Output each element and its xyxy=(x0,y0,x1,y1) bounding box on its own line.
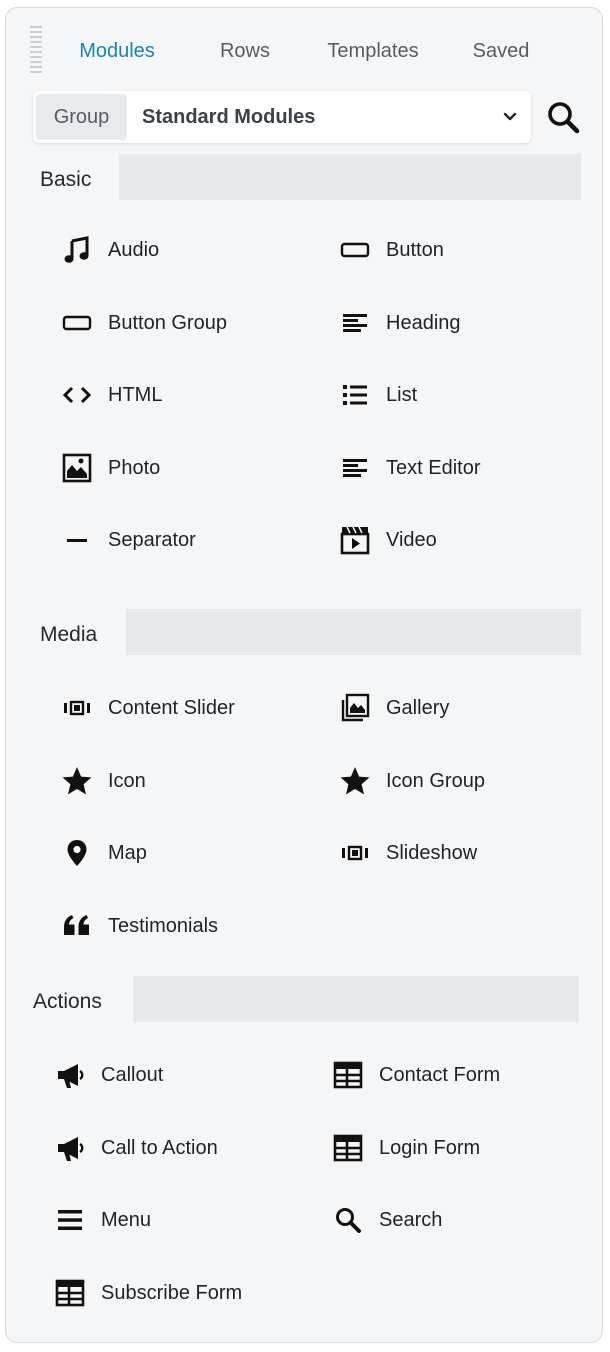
module-map[interactable]: Map xyxy=(61,829,311,877)
module-login-form[interactable]: Login Form xyxy=(332,1124,582,1172)
gallery-icon xyxy=(339,692,371,724)
section-title: Basic xyxy=(19,154,119,200)
button-outline-icon xyxy=(61,307,93,339)
module-gallery[interactable]: Gallery xyxy=(339,684,589,732)
module-video[interactable]: Video xyxy=(339,516,589,564)
module-separator[interactable]: Separator xyxy=(61,516,311,564)
hamburger-menu-icon xyxy=(54,1204,86,1236)
module-icon[interactable]: Icon xyxy=(61,757,311,805)
tab-saved[interactable]: Saved xyxy=(473,40,530,63)
tab-rows[interactable]: Rows xyxy=(220,40,270,63)
form-table-icon xyxy=(332,1132,364,1164)
module-label: Button Group xyxy=(108,311,227,334)
chevron-down-icon xyxy=(503,112,517,121)
list-icon xyxy=(339,379,371,411)
star-icon xyxy=(339,765,371,797)
text-lines-icon xyxy=(339,307,371,339)
form-table-icon xyxy=(332,1059,364,1091)
module-contact-form[interactable]: Contact Form xyxy=(332,1051,582,1099)
tab-modules[interactable]: Modules xyxy=(79,40,155,63)
module-label: Call to Action xyxy=(101,1136,218,1159)
megaphone-icon xyxy=(54,1059,86,1091)
module-search[interactable]: Search xyxy=(332,1196,582,1244)
module-label: Separator xyxy=(108,529,196,552)
module-content-slider[interactable]: Content Slider xyxy=(61,684,311,732)
module-menu[interactable]: Menu xyxy=(54,1196,304,1244)
module-callout[interactable]: Callout xyxy=(54,1051,304,1099)
button-outline-icon xyxy=(339,234,371,266)
tab-templates[interactable]: Templates xyxy=(327,40,418,63)
module-label: Callout xyxy=(101,1064,164,1086)
search-icon xyxy=(332,1204,364,1236)
megaphone-icon xyxy=(54,1132,86,1164)
module-button[interactable]: Button xyxy=(339,226,589,274)
group-value: Standard Modules xyxy=(142,106,316,128)
video-clapper-icon xyxy=(339,524,371,556)
module-list[interactable]: List xyxy=(339,371,589,419)
section-header-basic: Basic xyxy=(19,154,581,200)
module-label: Photo xyxy=(108,456,161,479)
module-label: Heading xyxy=(386,311,461,334)
module-button-group[interactable]: Button Group xyxy=(61,299,311,347)
module-slideshow[interactable]: Slideshow xyxy=(339,829,589,877)
photo-icon xyxy=(61,452,93,484)
module-call-to-action[interactable]: Call to Action xyxy=(54,1124,304,1172)
module-audio[interactable]: Audio xyxy=(61,226,311,274)
form-table-icon xyxy=(54,1277,86,1309)
map-pin-icon xyxy=(61,837,93,869)
module-label: Gallery xyxy=(386,697,450,719)
module-html[interactable]: HTML xyxy=(61,371,311,419)
module-label: Testimonials xyxy=(108,914,219,937)
module-label: Login Form xyxy=(379,1136,481,1159)
search-icon xyxy=(548,102,580,134)
module-label: Slideshow xyxy=(386,842,478,865)
slider-icon xyxy=(339,837,371,869)
text-lines-icon xyxy=(339,452,371,484)
group-label: Group xyxy=(36,94,127,140)
module-label: Search xyxy=(379,1209,443,1232)
module-panel: Modules Rows Templates Saved Group Stand… xyxy=(5,7,603,1343)
quote-icon xyxy=(61,910,93,942)
module-label: Icon xyxy=(108,769,146,792)
module-label: Map xyxy=(108,842,147,865)
module-text-editor[interactable]: Text Editor xyxy=(339,444,589,492)
module-label: Contact Form xyxy=(379,1064,501,1086)
group-select[interactable]: Group Standard Modules xyxy=(33,91,531,143)
module-label: Button xyxy=(386,239,444,261)
module-label: Text Editor xyxy=(386,456,481,479)
minus-icon xyxy=(61,524,93,556)
module-label: List xyxy=(386,384,418,407)
module-subscribe-form[interactable]: Subscribe Form xyxy=(54,1269,304,1317)
module-label: Menu xyxy=(101,1209,152,1232)
module-icon-group[interactable]: Icon Group xyxy=(339,757,589,805)
section-title: Media xyxy=(19,609,126,655)
section-header-actions: Actions xyxy=(19,976,579,1022)
module-label: Audio xyxy=(108,239,160,261)
module-label: Video xyxy=(386,529,437,552)
section-header-media: Media xyxy=(19,609,581,655)
module-label: Content Slider xyxy=(108,697,235,719)
music-note-icon xyxy=(61,234,93,266)
module-heading[interactable]: Heading xyxy=(339,299,589,347)
module-testimonials[interactable]: Testimonials xyxy=(61,902,311,950)
module-photo[interactable]: Photo xyxy=(61,444,311,492)
module-label: HTML xyxy=(108,384,163,407)
slider-icon xyxy=(61,692,93,724)
module-label: Subscribe Form xyxy=(101,1281,243,1304)
search-button[interactable] xyxy=(543,97,583,137)
star-icon xyxy=(61,765,93,797)
tab-bar: Modules Rows Templates Saved xyxy=(6,8,604,98)
code-icon xyxy=(61,379,93,411)
section-title: Actions xyxy=(19,976,133,1022)
module-label: Icon Group xyxy=(386,769,485,792)
